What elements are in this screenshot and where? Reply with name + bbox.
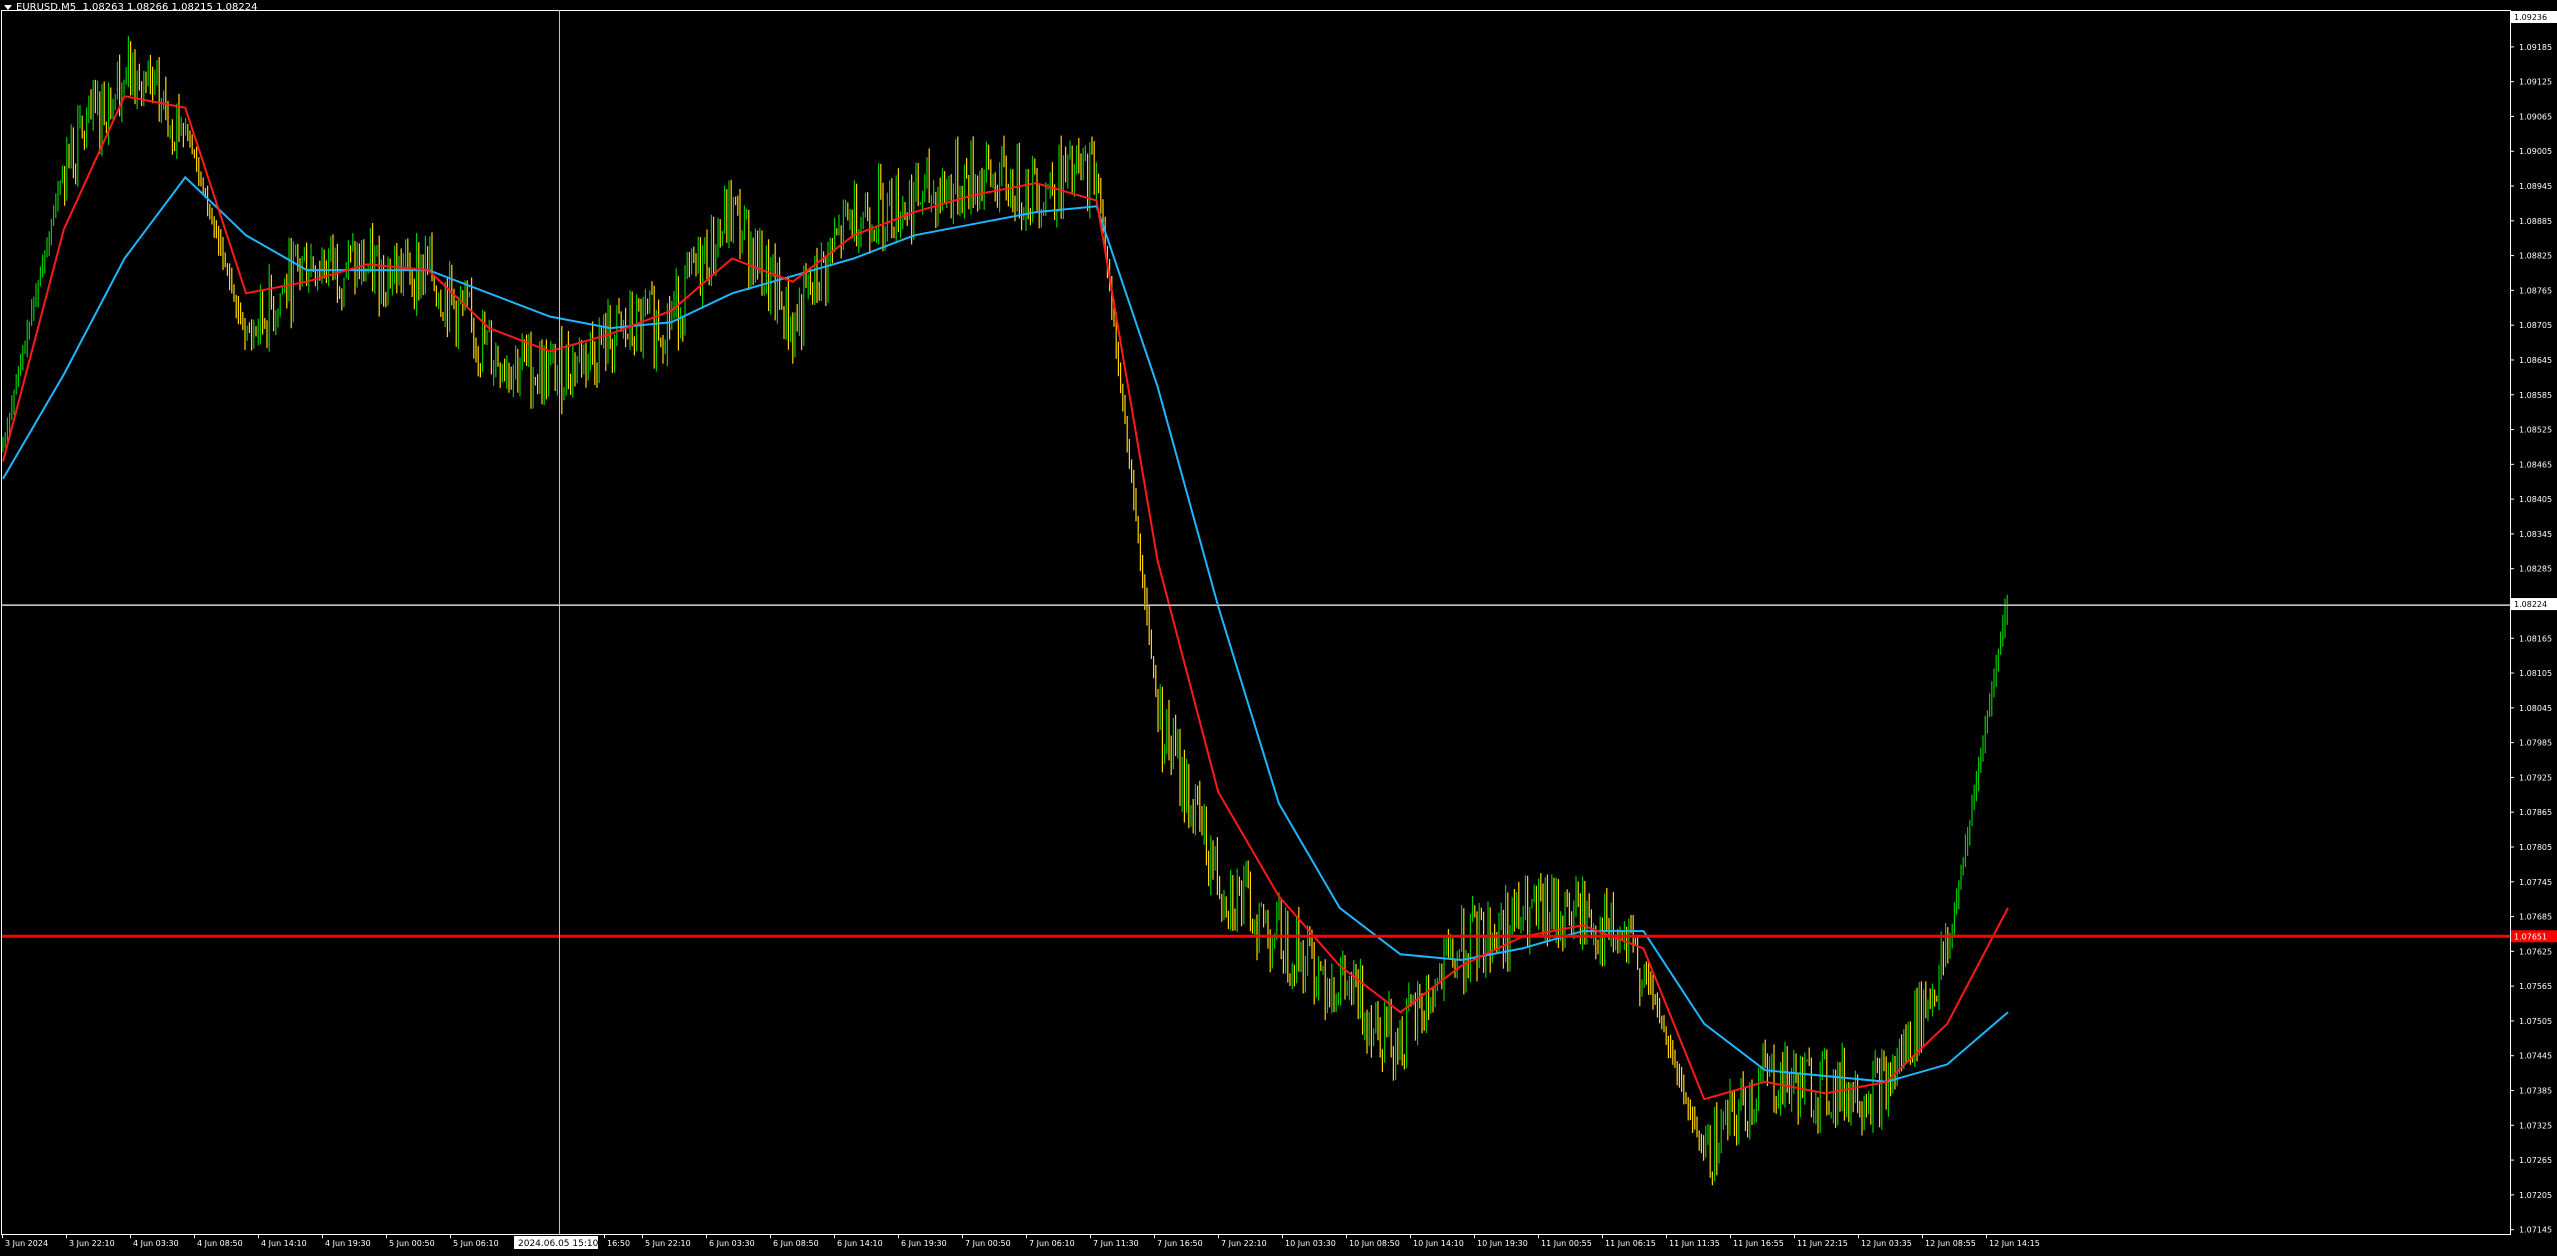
price-axis-label: 1.07145 — [2519, 1226, 2552, 1235]
price-axis-label: 1.08825 — [2519, 252, 2552, 261]
price-axis-label: 1.07925 — [2519, 773, 2552, 782]
time-axis-label: 7 Jun 11:30 — [1093, 1239, 1139, 1248]
price-axis-label: 1.08105 — [2519, 669, 2552, 678]
chart-background — [0, 0, 2557, 1256]
price-axis-label: 1.07265 — [2519, 1156, 2552, 1165]
current-price-label: 1.08224 — [2514, 600, 2547, 609]
price-axis-label: 1.07565 — [2519, 982, 2552, 991]
price-axis-label: 1.09005 — [2519, 147, 2552, 156]
price-axis-label: 1.09065 — [2519, 112, 2552, 121]
price-axis-label: 1.07985 — [2519, 739, 2552, 748]
time-axis-label: 7 Jun 00:50 — [965, 1239, 1011, 1248]
price-axis-label: 1.08045 — [2519, 704, 2552, 713]
time-axis-label: 5 Jun 00:50 — [389, 1239, 435, 1248]
symbol-name: EURUSD,M5 — [16, 2, 77, 13]
time-axis-label: 10 Jun 19:30 — [1477, 1239, 1528, 1248]
price-axis-label: 1.07445 — [2519, 1052, 2552, 1061]
time-axis-label: 5 Jun 06:10 — [453, 1239, 499, 1248]
price-axis-label: 1.07685 — [2519, 913, 2552, 922]
time-axis-label: 12 Jun 08:55 — [1925, 1239, 1976, 1248]
time-axis-label: 12 Jun 03:35 — [1861, 1239, 1912, 1248]
price-axis-label: 1.07385 — [2519, 1087, 2552, 1096]
level-price-label: 1.07651 — [2514, 932, 2547, 941]
price-axis-label: 1.08705 — [2519, 321, 2552, 330]
time-axis-label: 6 Jun 03:30 — [709, 1239, 755, 1248]
price-axis-label: 1.08765 — [2519, 286, 2552, 295]
price-axis-label: 1.07865 — [2519, 808, 2552, 817]
time-axis-label: 7 Jun 22:10 — [1221, 1239, 1267, 1248]
menu-dropdown-icon[interactable] — [4, 4, 12, 10]
price-axis-label: 1.07805 — [2519, 843, 2552, 852]
price-chart[interactable]: 1.09185 1.09125 1.09065 1.09005 1.08945 1.088… — [0, 0, 2557, 1256]
time-axis-label: 4 Jun 03:30 — [133, 1239, 179, 1248]
time-axis-label: 11 Jun 11:35 — [1669, 1239, 1720, 1248]
time-axis-label: 7 Jun 06:10 — [1029, 1239, 1075, 1248]
price-axis-label: 1.08285 — [2519, 565, 2552, 574]
crosshair-time-label: 2024.06.05 15:10 — [518, 1239, 599, 1249]
price-axis-label: 1.08525 — [2519, 426, 2552, 435]
price-axis-label: 1.08885 — [2519, 217, 2552, 226]
price-axis-label: 1.07505 — [2519, 1017, 2552, 1026]
price-axis-label: 1.07325 — [2519, 1121, 2552, 1130]
price-axis-label: 1.08405 — [2519, 495, 2552, 504]
time-axis-label: 11 Jun 22:15 — [1797, 1239, 1848, 1248]
time-axis-label: 11 Jun 16:55 — [1733, 1239, 1784, 1248]
time-axis-label: 10 Jun 14:10 — [1413, 1239, 1464, 1248]
time-axis-label: 11 Jun 06:15 — [1605, 1239, 1656, 1248]
price-axis-label: 1.08165 — [2519, 634, 2552, 643]
time-axis-label: 5 Jun 22:10 — [645, 1239, 691, 1248]
time-axis-label: 6 Jun 19:30 — [901, 1239, 947, 1248]
time-axis-label: 4 Jun 08:50 — [197, 1239, 243, 1248]
price-axis-label: 1.08585 — [2519, 391, 2552, 400]
price-axis-top-value: 1.09236 — [2514, 13, 2547, 22]
price-axis-label: 1.09185 — [2519, 43, 2552, 52]
time-axis-label: 4 Jun 19:30 — [325, 1239, 371, 1248]
time-axis-label: 6 Jun 14:10 — [837, 1239, 883, 1248]
time-axis-label: 10 Jun 03:30 — [1285, 1239, 1336, 1248]
symbol-header[interactable]: EURUSD,M5 1.08263 1.08266 1.08215 1.0822… — [4, 2, 257, 13]
time-axis-label: 12 Jun 14:15 — [1989, 1239, 2040, 1248]
price-axis-label: 1.08645 — [2519, 356, 2552, 365]
price-axis-label: 1.09125 — [2519, 78, 2552, 87]
time-axis-label: 10 Jun 08:50 — [1349, 1239, 1400, 1248]
time-axis-label: 6 Jun 08:50 — [773, 1239, 819, 1248]
time-axis-label: 11 Jun 00:55 — [1541, 1239, 1592, 1248]
time-axis-label: 3 Jun 2024 — [5, 1239, 48, 1248]
price-axis-label: 1.07205 — [2519, 1191, 2552, 1200]
time-axis-label: 16:50 — [607, 1239, 630, 1248]
price-axis-label: 1.08945 — [2519, 182, 2552, 191]
price-axis-label: 1.07745 — [2519, 878, 2552, 887]
time-axis-label: 3 Jun 22:10 — [69, 1239, 115, 1248]
time-axis-label: 7 Jun 16:50 — [1157, 1239, 1203, 1248]
price-axis-label: 1.08345 — [2519, 530, 2552, 539]
time-axis-label: 4 Jun 14:10 — [261, 1239, 307, 1248]
price-axis-label: 1.07625 — [2519, 947, 2552, 956]
price-axis-label: 1.08465 — [2519, 460, 2552, 469]
ohlc-values: 1.08263 1.08266 1.08215 1.08224 — [82, 2, 258, 13]
